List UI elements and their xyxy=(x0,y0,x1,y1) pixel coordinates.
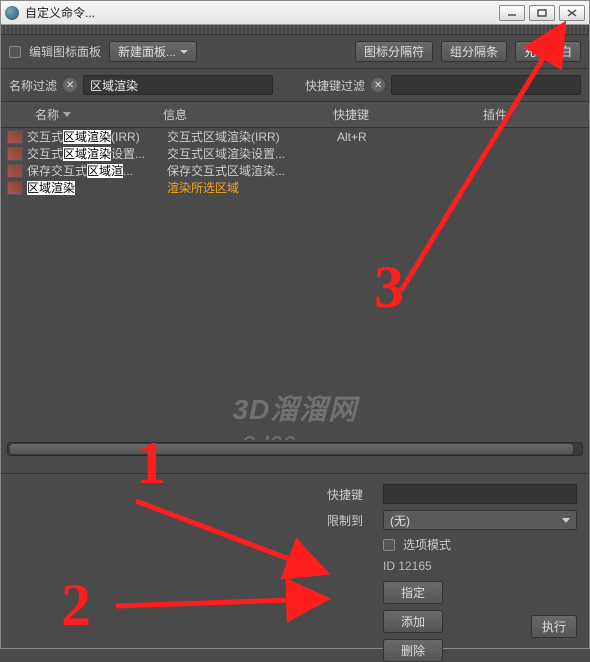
icon-separator-button[interactable]: 图标分隔符 xyxy=(355,41,433,62)
hotkey-label: 快捷键 xyxy=(327,486,375,503)
horizontal-scrollbar[interactable] xyxy=(7,442,583,456)
option-mode-checkbox[interactable] xyxy=(383,539,395,551)
name-filter-label: 名称过滤 xyxy=(9,77,57,94)
edit-icon-panel-label: 编辑图标面板 xyxy=(29,43,101,60)
window-title: 自定义命令... xyxy=(25,4,499,21)
delete-button[interactable]: 删除 xyxy=(383,639,443,662)
titlebar: 自定义命令... xyxy=(1,1,589,25)
cell-name: 交互式区域渲染(IRR) xyxy=(27,128,167,145)
toolbar: 编辑图标面板 新建面板... 图标分隔符 组分隔条 充填空白 xyxy=(1,35,589,69)
cell-info: 渲染所选区域 xyxy=(167,179,337,196)
chevron-down-icon xyxy=(180,50,188,54)
execute-button[interactable]: 执行 xyxy=(531,615,577,638)
name-filter-clear-icon[interactable]: ✕ xyxy=(63,78,77,92)
table-header: 名称 信息 快捷键 插件 xyxy=(1,102,589,128)
col-name[interactable]: 名称 xyxy=(7,102,157,127)
hotkey-filter-label: 快捷键过滤 xyxy=(305,77,365,94)
assign-button[interactable]: 指定 xyxy=(383,581,443,604)
grip-bar[interactable] xyxy=(1,25,589,35)
hotkey-input[interactable] xyxy=(383,484,577,504)
watermark: 3D溜溜网 3d66·com xyxy=(1,388,589,440)
group-separator-button[interactable]: 组分隔条 xyxy=(441,41,507,62)
name-filter-input[interactable] xyxy=(83,75,273,95)
row-icon xyxy=(7,147,23,161)
col-plugin[interactable]: 插件 xyxy=(477,102,583,127)
table-row[interactable]: 交互式区域渲染(IRR)交互式区域渲染(IRR)Alt+R xyxy=(1,128,589,145)
id-label: ID 12165 xyxy=(383,559,577,573)
chevron-down-icon xyxy=(562,518,570,523)
edit-icon-panel-checkbox[interactable] xyxy=(9,46,21,58)
row-icon xyxy=(7,181,23,195)
option-mode-label: 选项模式 xyxy=(403,536,451,553)
sort-icon xyxy=(63,112,71,117)
row-icon xyxy=(7,130,23,144)
table-row[interactable]: 保存交互式区域渲...保存交互式区域渲染... xyxy=(1,162,589,179)
table-row[interactable]: 区域渲染渲染所选区域 xyxy=(1,179,589,196)
new-panel-button[interactable]: 新建面板... xyxy=(109,41,197,62)
hotkey-filter-input[interactable] xyxy=(391,75,581,95)
minimize-button[interactable] xyxy=(499,5,525,21)
cell-name: 区域渲染 xyxy=(27,179,167,196)
maximize-button[interactable] xyxy=(529,5,555,21)
row-icon xyxy=(7,164,23,178)
cell-name: 交互式区域渲染设置... xyxy=(27,145,167,162)
cell-info: 保存交互式区域渲染... xyxy=(167,162,337,179)
col-info[interactable]: 信息 xyxy=(157,102,327,127)
fill-blank-button[interactable]: 充填空白 xyxy=(515,41,581,62)
table-body: 交互式区域渲染(IRR)交互式区域渲染(IRR)Alt+R交互式区域渲染设置..… xyxy=(1,128,589,440)
cell-info: 交互式区域渲染(IRR) xyxy=(167,128,337,145)
close-button[interactable] xyxy=(559,5,585,21)
bottom-panel: 快捷键 限制到 (无) 选项模式 ID 12165 指定 添加 删除 执行 xyxy=(1,473,589,648)
scrollbar-thumb[interactable] xyxy=(10,444,573,454)
cell-name: 保存交互式区域渲... xyxy=(27,162,167,179)
filter-row: 名称过滤 ✕ 快捷键过滤 ✕ xyxy=(1,69,589,102)
cell-key: Alt+R xyxy=(337,130,487,144)
restrict-select[interactable]: (无) xyxy=(383,510,577,530)
add-button[interactable]: 添加 xyxy=(383,610,443,633)
table-row[interactable]: 交互式区域渲染设置...交互式区域渲染设置... xyxy=(1,145,589,162)
col-key[interactable]: 快捷键 xyxy=(327,102,477,127)
hotkey-filter-clear-icon[interactable]: ✕ xyxy=(371,78,385,92)
app-icon xyxy=(5,6,19,20)
cell-info: 交互式区域渲染设置... xyxy=(167,145,337,162)
restrict-label: 限制到 xyxy=(327,512,375,529)
